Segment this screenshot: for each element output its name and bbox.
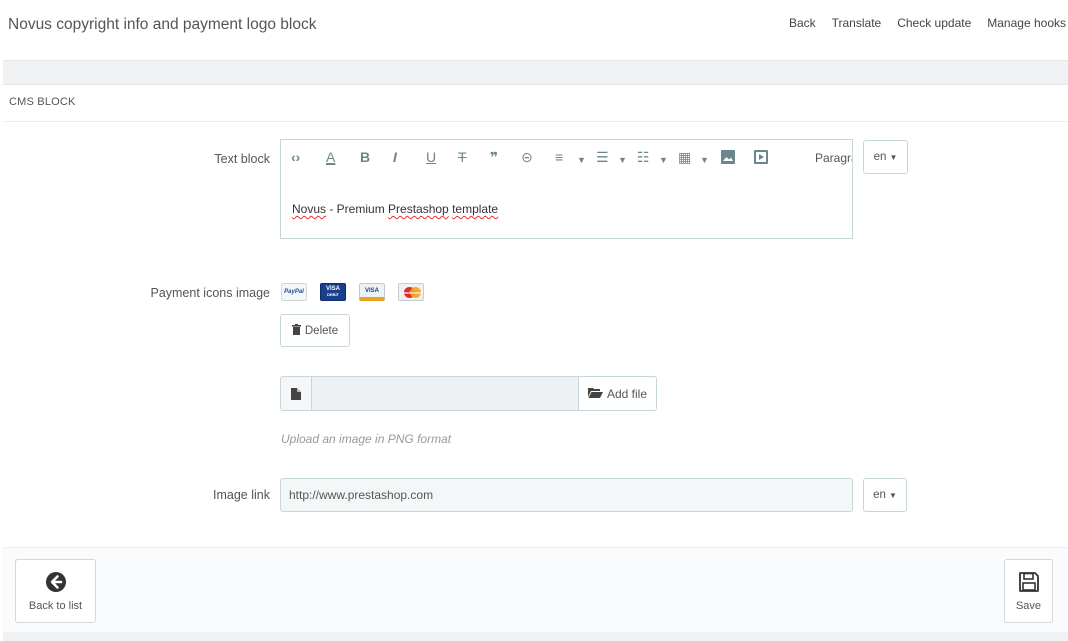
blockquote-icon[interactable]: ❞ [490, 149, 498, 165]
code-icon[interactable]: ‹› [291, 149, 300, 165]
chevron-down-icon: ▼ [889, 152, 898, 162]
trash-icon [291, 323, 301, 338]
content-word-template: template [452, 202, 499, 216]
panel-footer [3, 547, 1068, 633]
table-icon[interactable]: ▦ [678, 149, 691, 165]
paragraph-format-dropdown[interactable]: Paragrap [815, 151, 852, 165]
text-block-label: Text block [214, 152, 270, 166]
mastercard-logo: mastercard [398, 283, 424, 301]
upload-help-text: Upload an image in PNG format [281, 432, 452, 446]
content-word-prestashop: Prestashop [388, 202, 449, 216]
delete-image-button[interactable]: Delete [280, 314, 350, 347]
panel-heading: CMS BLOCK [3, 86, 1068, 122]
delete-button-label: Delete [304, 324, 339, 337]
italic-icon[interactable]: I [393, 149, 397, 165]
file-name-input[interactable] [312, 377, 578, 410]
translate-link[interactable]: Translate [832, 16, 882, 30]
file-icon [281, 377, 312, 410]
page-title: Novus copyright info and payment logo bl… [8, 16, 317, 33]
align-dropdown-caret[interactable]: ▼ [577, 152, 586, 168]
link-icon[interactable]: ⊝ [521, 149, 533, 165]
bullet-list-dropdown-caret[interactable]: ▼ [618, 152, 627, 168]
image-link-language-button[interactable]: en ▼ [863, 478, 907, 512]
add-file-button[interactable]: Add file [578, 377, 656, 410]
text-block-language-button[interactable]: en ▼ [863, 140, 908, 174]
strikethrough-icon[interactable]: T [458, 149, 467, 165]
bold-icon[interactable]: B [360, 149, 370, 165]
panel-heading-text: CMS BLOCK [9, 96, 76, 108]
image-link-label: Image link [213, 488, 270, 502]
bullet-list-icon[interactable]: ☰ [596, 149, 609, 165]
image-link-language-label: en [873, 489, 886, 501]
mastercard-logo-text: mastercard [400, 289, 422, 295]
rich-text-editor[interactable]: ‹› A B I U T ❞ ⊝ ≡ ▼ ☰ ▼ ☷ ▼ ▦ ▼ Paragra… [280, 139, 853, 239]
back-to-list-button[interactable]: Back to list [15, 559, 96, 623]
save-label: Save [1015, 599, 1042, 612]
check-update-link[interactable]: Check update [897, 16, 971, 30]
visa-debit-logo: VISA DEBIT [320, 283, 346, 301]
visa-logo-text: VISA [364, 287, 379, 294]
toolbar-links: Back Translate Check update Manage hooks [789, 16, 1066, 30]
align-icon[interactable]: ≡ [555, 149, 563, 165]
folder-open-icon [587, 387, 603, 401]
image-link-input[interactable]: http://www.prestashop.com [280, 478, 853, 512]
back-to-list-label: Back to list [28, 599, 83, 612]
save-button[interactable]: Save [1004, 559, 1053, 623]
chevron-down-icon: ▼ [888, 490, 897, 500]
save-icon [1018, 571, 1040, 596]
numbered-list-dropdown-caret[interactable]: ▼ [659, 152, 668, 168]
arrow-circle-left-icon [45, 571, 67, 596]
back-link[interactable]: Back [789, 16, 816, 30]
image-icon[interactable] [720, 149, 736, 168]
add-file-label: Add file [606, 386, 648, 401]
file-upload-group: Add file [280, 376, 657, 411]
media-icon[interactable] [753, 149, 769, 168]
manage-hooks-link[interactable]: Manage hooks [987, 16, 1066, 30]
visa-logo: VISA [359, 283, 385, 301]
header-divider-band [3, 60, 1068, 85]
content-separator: - Premium [326, 202, 389, 216]
paypal-logo-text: PayPal [284, 289, 304, 295]
editor-toolbar: ‹› A B I U T ❞ ⊝ ≡ ▼ ☰ ▼ ☷ ▼ ▦ ▼ Paragra… [281, 140, 852, 176]
font-color-icon[interactable]: A [326, 149, 335, 165]
underline-icon[interactable]: U [426, 149, 436, 165]
table-dropdown-caret[interactable]: ▼ [700, 152, 709, 168]
page-header: Novus copyright info and payment logo bl… [0, 0, 1068, 60]
paypal-logo: PayPal [281, 283, 307, 301]
content-word-novus: Novus [292, 202, 327, 216]
editor-content[interactable]: Novus - Premium Prestashop template [292, 202, 498, 216]
visa-debit-logo-subtext: DEBIT [327, 292, 339, 297]
footer-band [3, 632, 1068, 641]
text-block-language-label: en [873, 151, 887, 163]
numbered-list-icon[interactable]: ☷ [637, 149, 650, 165]
payment-icons-label: Payment icons image [150, 286, 270, 300]
